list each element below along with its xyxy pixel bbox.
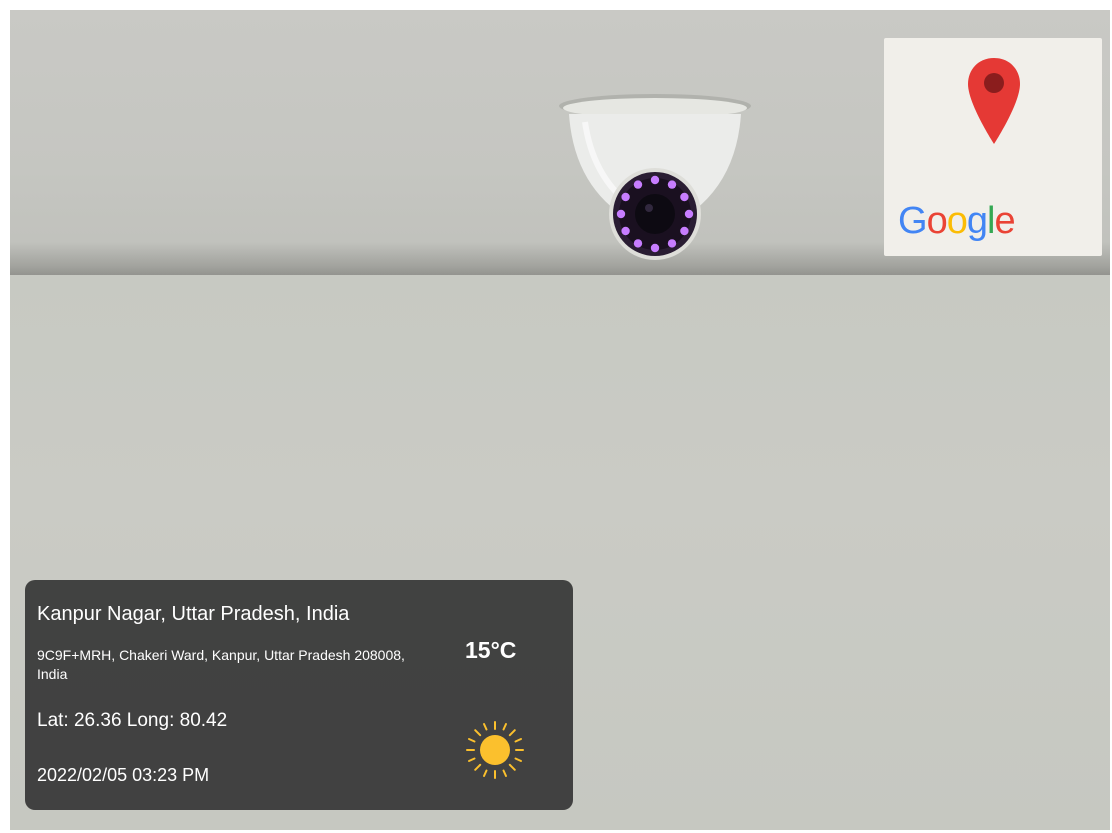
map-pin-icon	[968, 58, 1020, 144]
geotag-info-panel: Kanpur Nagar, Uttar Pradesh, India 9C9F+…	[25, 580, 573, 810]
lat-long-text: Lat: 26.36 Long: 80.42	[37, 710, 228, 731]
google-logo-letter: l	[986, 200, 996, 242]
address-text: 9C9F+MRH, Chakeri Ward, Kanpur, Uttar Pr…	[37, 647, 405, 682]
location-title: Kanpur Nagar, Uttar Pradesh, India	[37, 603, 350, 625]
camera-icon	[559, 94, 751, 260]
google-logo: Google	[898, 200, 1016, 242]
temperature-text: 15°C	[465, 637, 517, 663]
google-logo-letter: g	[966, 200, 988, 242]
google-logo-letter: o	[946, 200, 968, 242]
datetime-text: 2022/02/05 03:23 PM	[37, 765, 210, 785]
map-thumbnail[interactable]: Google	[884, 38, 1102, 256]
sun-icon	[466, 721, 524, 779]
google-logo-letter: e	[994, 200, 1015, 242]
google-logo-letter: G	[898, 200, 928, 242]
google-logo-letter: o	[926, 200, 948, 242]
photo: Google Kanpur Nagar, Uttar Pradesh, Indi…	[10, 10, 1110, 830]
